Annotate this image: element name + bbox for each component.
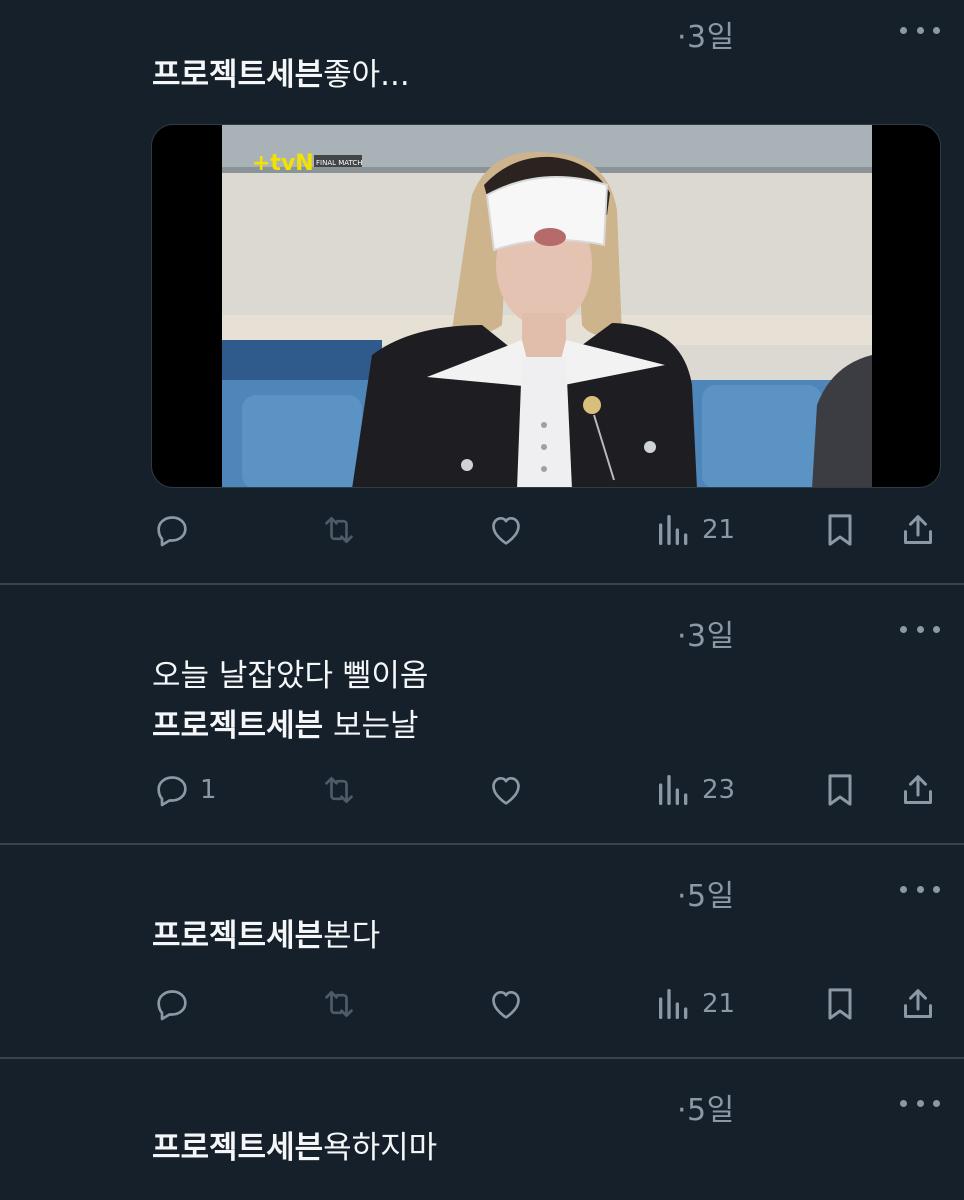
tweet-text-rest: 욕하지마: [323, 1130, 438, 1166]
more-dots-icon[interactable]: [900, 879, 940, 899]
tweet-timestamp[interactable]: ·5일: [677, 871, 735, 915]
views-chart-icon: [659, 775, 688, 805]
bookmark-icon: [828, 988, 852, 1020]
reply-icon: [157, 776, 187, 807]
bookmark-icon: [828, 514, 852, 546]
tweet-text-rest: 보는날: [323, 708, 419, 744]
retweet-button[interactable]: [319, 505, 359, 555]
search-highlight: 프로젝트세븐: [152, 918, 324, 954]
tweet-timestamp[interactable]: ·5일: [677, 1085, 735, 1129]
tweet-text-line-1: 오늘 날잡았다 뻴이옴: [152, 658, 429, 694]
share-button[interactable]: [898, 979, 938, 1029]
tweet-4[interactable]: ·5일 프로젝트세븐욕하지마: [0, 1059, 964, 1200]
reply-button[interactable]: 1: [152, 765, 217, 815]
video-still: +tvN FINAL MATCH: [222, 125, 872, 487]
views-chart-icon: [659, 515, 688, 545]
tweet-actions: 21: [0, 979, 964, 1029]
heart-icon: [492, 777, 520, 805]
views-chart-icon: [659, 989, 688, 1019]
retweet-icon: [325, 517, 353, 543]
tweet-3[interactable]: ·5일 프로젝트세븐본다 21: [0, 845, 964, 1057]
more-dots-icon[interactable]: [900, 1093, 940, 1113]
share-icon: [904, 515, 932, 544]
views-count: 21: [702, 515, 736, 545]
tweet-text-rest: 본다: [323, 918, 381, 954]
views-count: 21: [702, 989, 736, 1019]
retweet-icon: [325, 991, 353, 1017]
timeline-feed: ·3일 프로젝트세븐좋아... +tvN FINAL MATCH 21 ·3일 …: [0, 0, 964, 1200]
tweet-actions: 1 23: [0, 765, 964, 815]
views-button[interactable]: 21: [654, 505, 735, 555]
tweet-timestamp[interactable]: ·3일: [677, 611, 735, 655]
share-icon: [904, 989, 932, 1018]
final-match-badge: FINAL MATCH: [316, 159, 363, 167]
retweet-button[interactable]: [319, 979, 359, 1029]
views-button[interactable]: 23: [654, 765, 735, 815]
tweet-1[interactable]: ·3일 프로젝트세븐좋아... +tvN FINAL MATCH 21: [0, 0, 964, 584]
views-button[interactable]: 21: [654, 979, 735, 1029]
bookmark-button[interactable]: [820, 505, 860, 555]
search-highlight: 프로젝트세븐: [152, 57, 324, 93]
reply-button[interactable]: [152, 979, 200, 1029]
retweet-button[interactable]: [319, 765, 359, 815]
reply-button[interactable]: [152, 505, 200, 555]
like-button[interactable]: [486, 765, 526, 815]
more-dots-icon[interactable]: [900, 619, 940, 639]
heart-icon: [492, 991, 520, 1019]
reply-icon: [157, 516, 187, 547]
tvn-logo: +tvN: [252, 151, 314, 176]
search-highlight: 프로젝트세븐: [152, 1130, 324, 1166]
share-button[interactable]: [898, 765, 938, 815]
tweet-text-rest: 좋아...: [323, 57, 410, 93]
broadcast-scene-image: +tvN FINAL MATCH: [222, 125, 872, 487]
tweet-text: 프로젝트세븐욕하지마: [152, 1123, 437, 1173]
bookmark-button[interactable]: [820, 765, 860, 815]
bookmark-icon: [828, 774, 852, 806]
share-button[interactable]: [898, 505, 938, 555]
more-dots-icon[interactable]: [900, 20, 940, 40]
retweet-icon: [325, 777, 353, 803]
like-button[interactable]: [486, 505, 526, 555]
views-count: 23: [702, 775, 736, 805]
tweet-2[interactable]: ·3일 오늘 날잡았다 뻴이옴 프로젝트세븐 보는날 1 23: [0, 585, 964, 843]
search-highlight: 프로젝트세븐: [152, 708, 324, 744]
share-icon: [904, 775, 932, 804]
heart-icon: [492, 517, 520, 545]
bookmark-button[interactable]: [820, 979, 860, 1029]
reply-count: 1: [200, 775, 217, 805]
tweet-text: 프로젝트세븐좋아...: [152, 50, 410, 100]
reply-icon: [157, 990, 187, 1021]
like-button[interactable]: [486, 979, 526, 1029]
tweet-media-image[interactable]: +tvN FINAL MATCH: [151, 124, 941, 488]
tweet-timestamp[interactable]: ·3일: [677, 12, 735, 56]
tweet-actions: 21: [0, 505, 964, 555]
tweet-text-line-2: 프로젝트세븐 보는날: [152, 701, 419, 751]
tweet-text: 프로젝트세븐본다: [152, 911, 380, 961]
